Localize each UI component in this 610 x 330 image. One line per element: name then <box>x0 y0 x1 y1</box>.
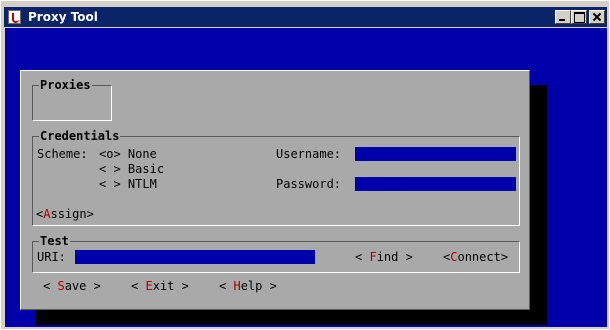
save-bracket-left: < <box>43 279 58 293</box>
exit-hotkey: E <box>145 279 153 293</box>
test-group: Test URI: < Find > <Connect> <box>32 234 520 273</box>
test-group-title: Test <box>39 234 70 248</box>
find-label-rest: ind > <box>376 250 413 264</box>
uri-field[interactable] <box>75 250 315 264</box>
radio-label-none: None <box>127 147 157 161</box>
help-label-rest: elp > <box>240 279 277 293</box>
password-label: Password: <box>276 177 342 191</box>
help-bracket-left: < <box>219 279 234 293</box>
save-label-rest: ave > <box>64 279 101 293</box>
scheme-option-ntlm[interactable]: < > NTLM <box>99 177 157 191</box>
credentials-group: Credentials Scheme: <o> None < > Basic <… <box>32 129 520 226</box>
help-hotkey: H <box>233 279 241 293</box>
save-hotkey: S <box>57 279 65 293</box>
assign-label-rest: ssign> <box>50 207 94 221</box>
assign-button[interactable]: <Assign> <box>36 207 94 221</box>
save-button[interactable]: < Save > <box>43 279 101 293</box>
radio-label-ntlm: NTLM <box>127 177 157 191</box>
maximize-button[interactable] <box>571 10 587 24</box>
terminal-background: Proxies Credentials Scheme: <o> None < >… <box>5 28 607 327</box>
username-label: Username: <box>276 147 342 161</box>
find-hotkey: F <box>369 250 377 264</box>
exit-label-rest: xit > <box>152 279 189 293</box>
radio-label-basic: Basic <box>127 162 165 176</box>
radio-marker-basic: < > <box>99 162 121 176</box>
java-app-icon <box>8 10 21 24</box>
radio-marker-none: <o> <box>99 147 121 161</box>
find-button[interactable]: < Find > <box>355 250 413 264</box>
credentials-group-title: Credentials <box>39 129 121 143</box>
connect-label-rest: onnect> <box>457 250 509 264</box>
radio-marker-ntlm: < > <box>99 177 121 191</box>
exit-button[interactable]: < Exit > <box>131 279 189 293</box>
title-bar[interactable]: Proxy Tool <box>4 7 607 27</box>
proxy-tool-window: Proxy Tool Proxies Credentials Scheme: <… <box>0 0 610 330</box>
window-title: Proxy Tool <box>28 10 98 24</box>
scheme-label: Scheme: <box>37 147 88 161</box>
proxies-group-title: Proxies <box>39 78 92 92</box>
username-field[interactable] <box>355 147 516 161</box>
uri-label: URI: <box>37 250 66 264</box>
proxy-dialog: Proxies Credentials Scheme: <o> None < >… <box>20 70 530 310</box>
scheme-option-none[interactable]: <o> None <box>99 147 157 161</box>
scheme-option-basic[interactable]: < > Basic <box>99 162 164 176</box>
password-field[interactable] <box>355 177 516 191</box>
minimize-button[interactable] <box>555 10 571 24</box>
exit-bracket-left: < <box>131 279 146 293</box>
proxies-group: Proxies <box>32 78 112 121</box>
find-bracket-left: < <box>355 250 370 264</box>
help-button[interactable]: < Help > <box>219 279 277 293</box>
connect-button[interactable]: <Connect> <box>443 250 508 264</box>
close-button[interactable] <box>589 10 605 24</box>
